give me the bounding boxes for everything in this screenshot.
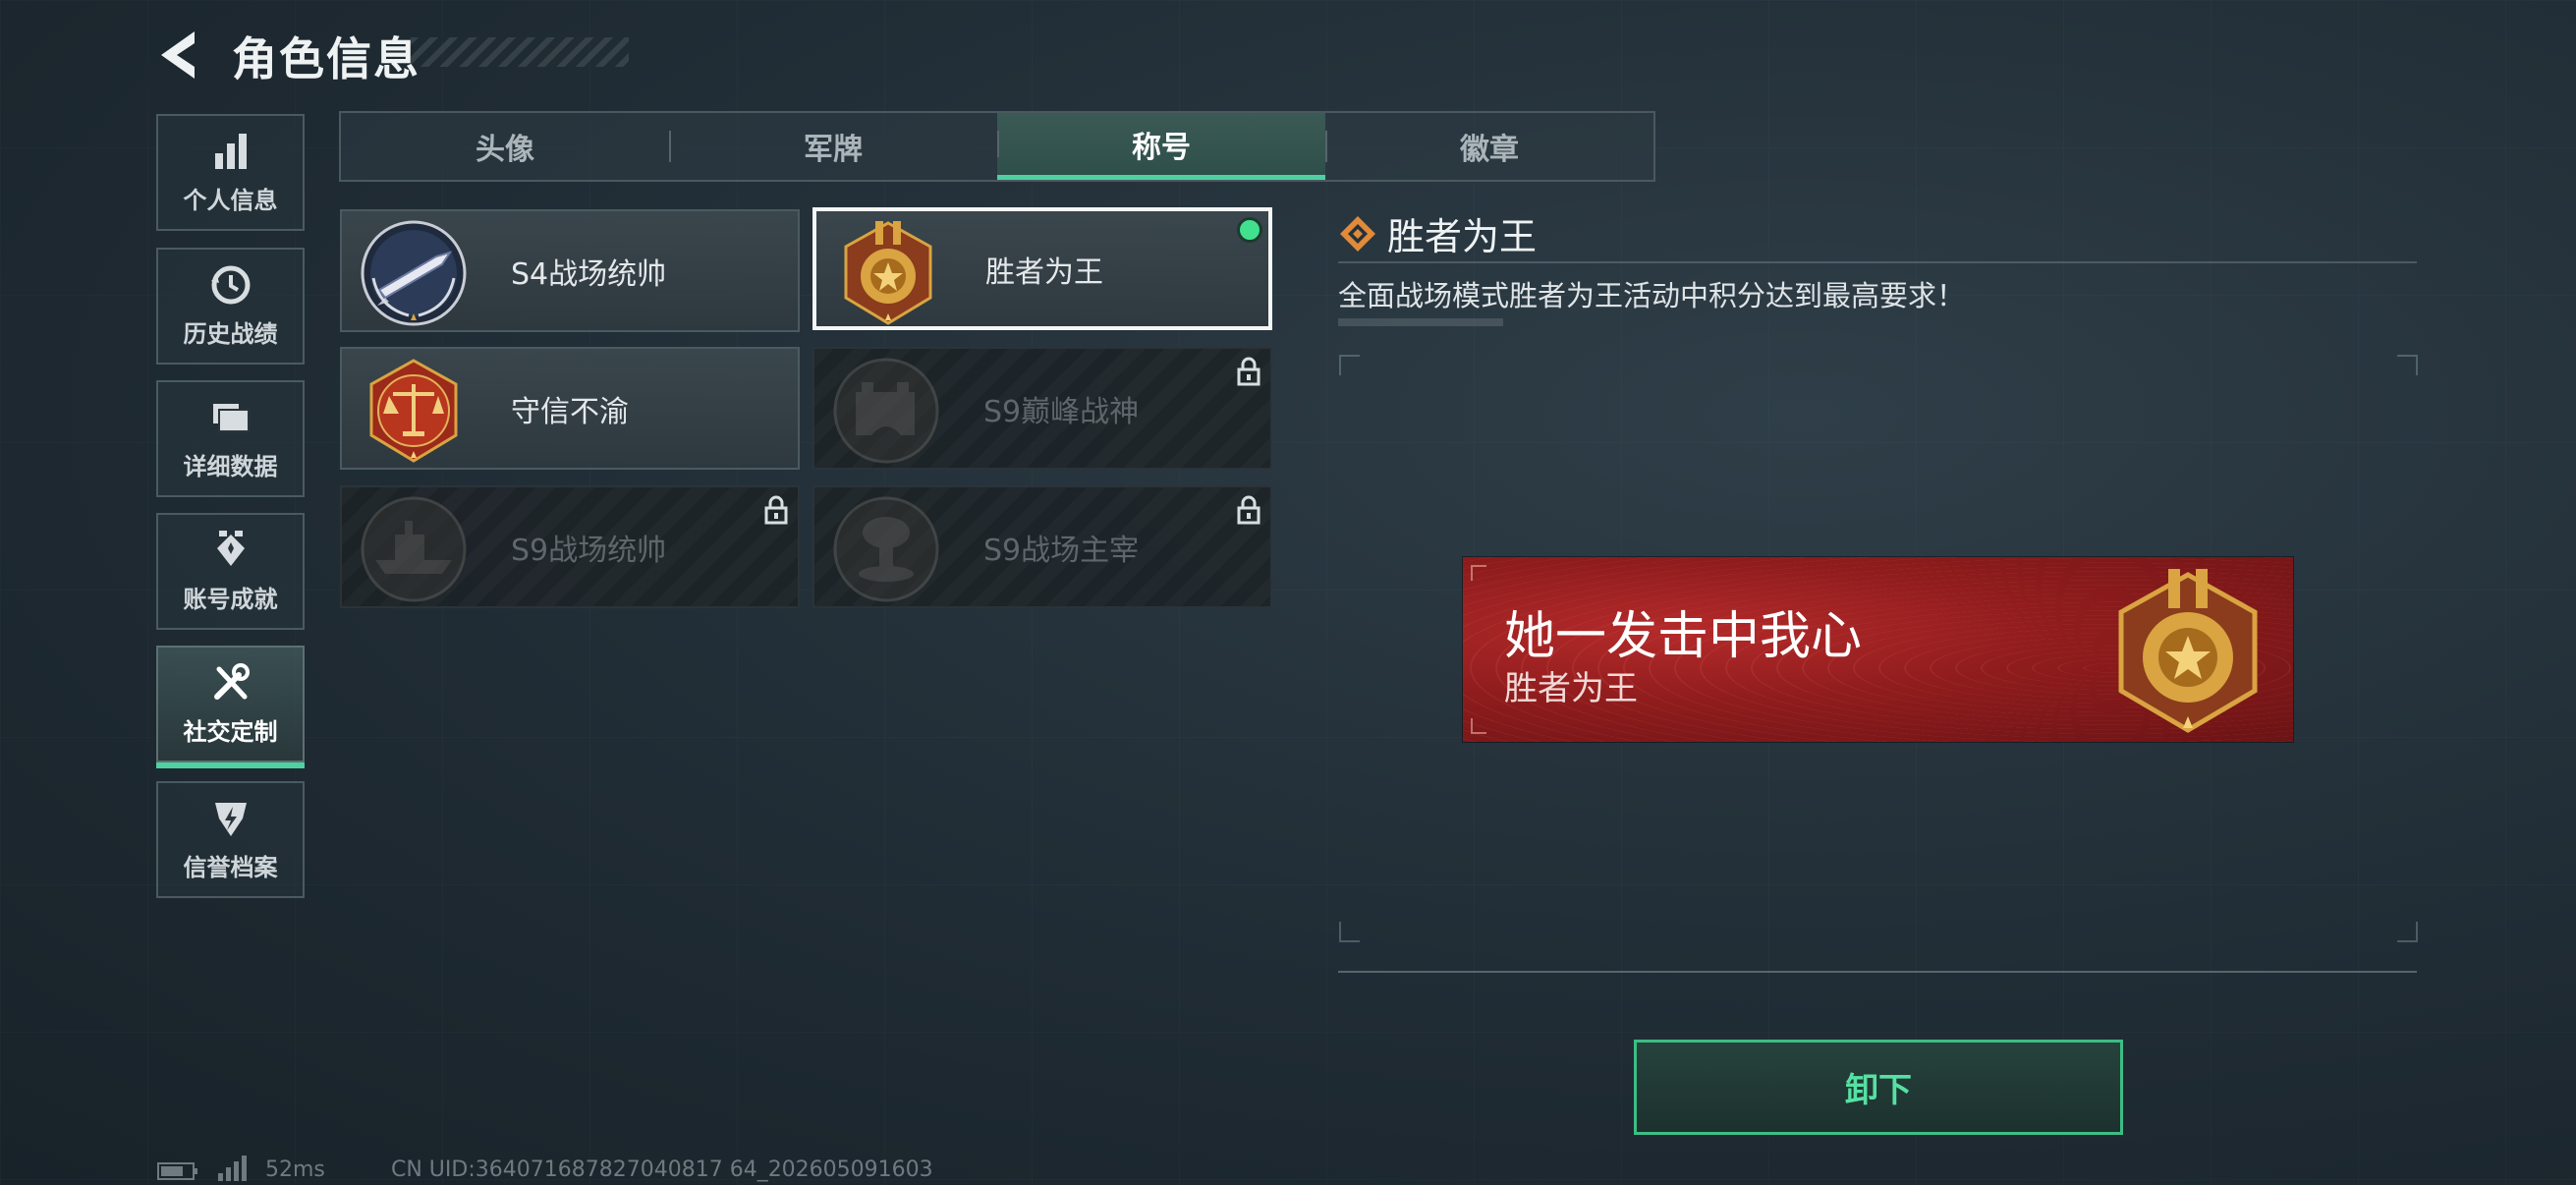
equipped-indicator bbox=[1237, 217, 1262, 243]
title-diamond-icon bbox=[1340, 216, 1375, 252]
lock-icon bbox=[1237, 495, 1260, 525]
sidebar-item-label: 账号成就 bbox=[183, 586, 278, 613]
folder-icon bbox=[212, 404, 250, 432]
sidebar-item-label: 详细数据 bbox=[183, 453, 278, 480]
signal-icon bbox=[218, 1156, 247, 1181]
sidebar-item-personal-info[interactable]: 个人信息 bbox=[156, 114, 305, 231]
history-clock-icon bbox=[210, 265, 250, 305]
page-title: 角色信息 bbox=[232, 32, 420, 85]
gold-medal-emblem-icon bbox=[2118, 569, 2258, 733]
sidebar-item-history[interactable]: 历史战绩 bbox=[156, 248, 305, 365]
credit-badge-icon bbox=[214, 803, 247, 836]
lock-icon bbox=[764, 495, 788, 525]
explosion-emblem-icon bbox=[833, 496, 939, 602]
missile-emblem-icon bbox=[361, 220, 467, 326]
battery-icon bbox=[157, 1162, 197, 1180]
title-name: 守信不渝 bbox=[511, 394, 629, 429]
title-banner-preview: 她一发击中我心 胜者为王 bbox=[1463, 557, 2293, 742]
title-card-s9-war-god[interactable]: S9巅峰战神 bbox=[812, 347, 1272, 470]
sidebar-item-detail-data[interactable]: 详细数据 bbox=[156, 380, 305, 497]
lock-icon bbox=[1237, 357, 1260, 386]
title-name: S9战场主宰 bbox=[983, 533, 1140, 568]
detail-description: 全面战场模式胜者为王活动中积分达到最高要求！ bbox=[1338, 279, 1966, 312]
sidebar-item-achievements[interactable]: 账号成就 bbox=[156, 513, 305, 630]
title-card-s9-commander[interactable]: S9战场统帅 bbox=[340, 485, 800, 608]
sidebar-item-label: 信誉档案 bbox=[183, 854, 278, 881]
title-name: S9战场统帅 bbox=[511, 533, 667, 568]
sidebar-item-credit[interactable]: 信誉档案 bbox=[156, 781, 305, 898]
tab-title[interactable]: 称号 bbox=[997, 113, 1325, 180]
gold-medal-emblem-icon bbox=[844, 221, 932, 325]
detail-title: 胜者为王 bbox=[1387, 215, 1538, 258]
title-card-trustworthy[interactable]: 守信不渝 bbox=[340, 347, 800, 470]
title-card-winner-king[interactable]: 胜者为王 bbox=[812, 207, 1272, 330]
achievement-icon bbox=[216, 531, 245, 566]
warship-emblem-icon bbox=[361, 496, 467, 602]
banner-corner bbox=[1471, 565, 1486, 581]
uid-text: CN UID:364071687827040817 64_20260509160… bbox=[391, 1157, 933, 1182]
title-decoration bbox=[411, 37, 629, 67]
title-card-s9-dominator[interactable]: S9战场主宰 bbox=[812, 485, 1272, 608]
bar-chart-icon bbox=[214, 134, 247, 169]
title-card-s4-commander[interactable]: S4战场统帅 bbox=[340, 209, 800, 332]
tab-avatar[interactable]: 头像 bbox=[341, 113, 669, 180]
description-decoration bbox=[1338, 318, 1503, 326]
sidebar-item-label: 个人信息 bbox=[183, 187, 278, 214]
title-name: S4战场统帅 bbox=[511, 256, 667, 292]
tab-badge[interactable]: 徽章 bbox=[1325, 113, 1653, 180]
detail-divider bbox=[1338, 261, 2417, 263]
back-button[interactable] bbox=[155, 28, 202, 83]
tools-icon bbox=[213, 663, 250, 700]
category-tabs: 头像 军牌 称号 徽章 bbox=[339, 111, 1655, 182]
unequip-button[interactable]: 卸下 bbox=[1634, 1040, 2123, 1135]
title-name: 胜者为王 bbox=[985, 254, 1103, 290]
fortress-emblem-icon bbox=[833, 358, 939, 464]
title-name: S9巅峰战神 bbox=[983, 394, 1140, 429]
ping-text: 52ms bbox=[265, 1157, 325, 1182]
sidebar-item-label: 社交定制 bbox=[183, 718, 278, 746]
tab-dog-tag[interactable]: 军牌 bbox=[669, 113, 997, 180]
sidebar-item-social-custom[interactable]: 社交定制 bbox=[156, 646, 305, 768]
sidebar-item-label: 历史战绩 bbox=[183, 320, 278, 348]
banner-corner bbox=[1471, 718, 1486, 734]
scales-emblem-icon bbox=[369, 359, 458, 463]
banner-sub-text: 胜者为王 bbox=[1504, 669, 1638, 708]
detail-bottom-divider bbox=[1338, 971, 2417, 973]
back-arrow-icon bbox=[161, 31, 195, 79]
banner-main-text: 她一发击中我心 bbox=[1504, 607, 1863, 666]
